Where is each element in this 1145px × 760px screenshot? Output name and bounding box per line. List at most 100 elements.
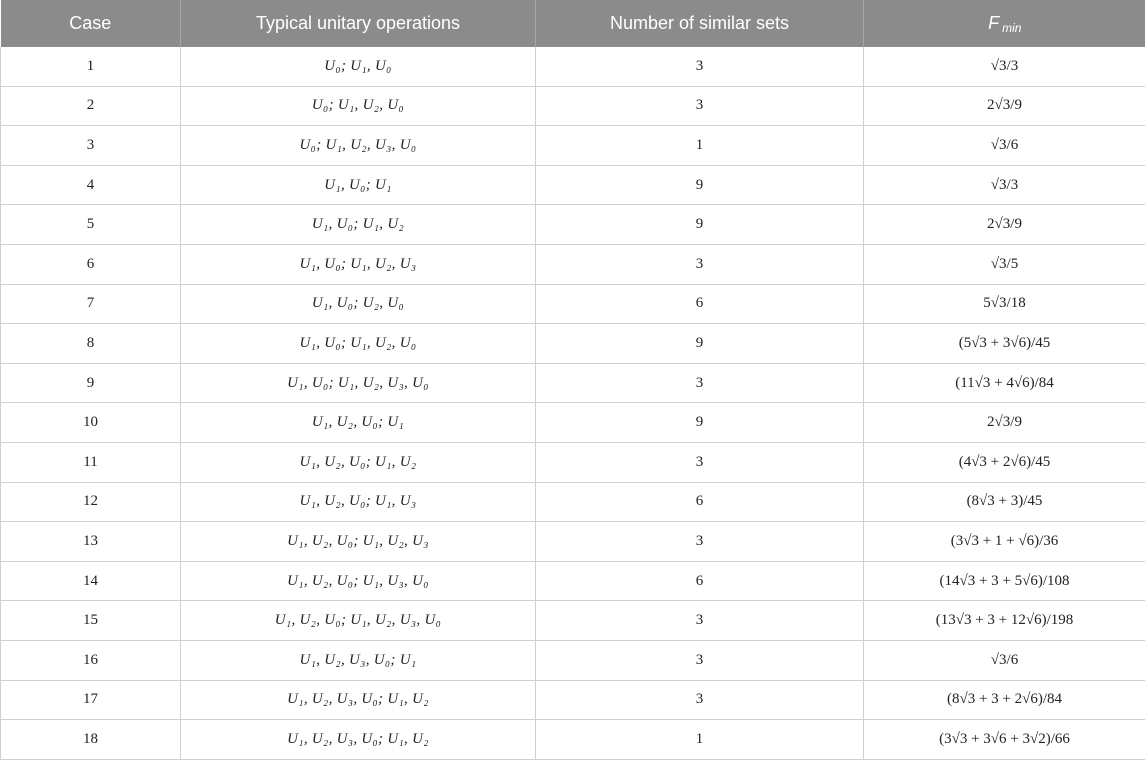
table-body: 1U₀; U₁, U₀3√3/32U₀; U₁, U₂, U₀32√3/93U₀… [1,47,1145,759]
case-cell: 7 [1,284,181,324]
table-row: 1U₀; U₁, U₀3√3/3 [1,47,1145,86]
fmin-cell: 2√3/9 [864,205,1145,245]
fmin-cell: 2√3/9 [864,403,1145,443]
case-cell: 11 [1,442,181,482]
fmin-cell: (8√3 + 3 + 2√6)/84 [864,680,1145,720]
unitary-operations-cell: U₁, U₀; U₁, U₂, U₃ [181,244,536,284]
unitary-operations-cell: U₀; U₁, U₀ [181,47,536,86]
unitary-operations-cell: U₀; U₁, U₂, U₀ [181,86,536,126]
similar-sets-cell: 9 [536,324,864,364]
similar-sets-cell: 6 [536,561,864,601]
unitary-operations-cell: U₁, U₀; U₁, U₂, U₃, U₀ [181,363,536,403]
similar-sets-cell: 9 [536,205,864,245]
similar-sets-cell: 9 [536,403,864,443]
header-row: Case Typical unitary operations Number o… [1,0,1145,47]
table-row: 8U₁, U₀; U₁, U₂, U₀9(5√3 + 3√6)/45 [1,324,1145,364]
table-row: 9U₁, U₀; U₁, U₂, U₃, U₀3(11√3 + 4√6)/84 [1,363,1145,403]
fmin-cell: 5√3/18 [864,284,1145,324]
fmin-cell: √3/6 [864,640,1145,680]
case-cell: 4 [1,165,181,205]
table-row: 7U₁, U₀; U₂, U₀65√3/18 [1,284,1145,324]
fmin-cell: √3/3 [864,47,1145,86]
similar-sets-cell: 3 [536,680,864,720]
similar-sets-cell: 3 [536,601,864,641]
case-cell: 12 [1,482,181,522]
table-row: 2U₀; U₁, U₂, U₀32√3/9 [1,86,1145,126]
unitary-operations-cell: U₁, U₂, U₃, U₀; U₁, U₂ [181,680,536,720]
similar-sets-cell: 3 [536,244,864,284]
similar-sets-cell: 6 [536,482,864,522]
fmin-cell: √3/3 [864,165,1145,205]
table-row: 6U₁, U₀; U₁, U₂, U₃3√3/5 [1,244,1145,284]
unitary-operations-cell: U₁, U₀; U₁, U₂, U₀ [181,324,536,364]
fmin-cell: (4√3 + 2√6)/45 [864,442,1145,482]
similar-sets-cell: 9 [536,165,864,205]
fmin-cell: (13√3 + 3 + 12√6)/198 [864,601,1145,641]
fmin-cell: (5√3 + 3√6)/45 [864,324,1145,364]
similar-sets-cell: 6 [536,284,864,324]
table-row: 5U₁, U₀; U₁, U₂92√3/9 [1,205,1145,245]
table-row: 13U₁, U₂, U₀; U₁, U₂, U₃3(3√3 + 1 + √6)/… [1,522,1145,562]
case-cell: 1 [1,47,181,86]
table-row: 12U₁, U₂, U₀; U₁, U₃6(8√3 + 3)/45 [1,482,1145,522]
unitary-operations-cell: U₁, U₂, U₀; U₁, U₂, U₃ [181,522,536,562]
header-case: Case [1,0,181,47]
similar-sets-cell: 3 [536,86,864,126]
table-row: 17U₁, U₂, U₃, U₀; U₁, U₂3(8√3 + 3 + 2√6)… [1,680,1145,720]
case-cell: 9 [1,363,181,403]
fmin-cell: (11√3 + 4√6)/84 [864,363,1145,403]
case-cell: 2 [1,86,181,126]
table-row: 14U₁, U₂, U₀; U₁, U₃, U₀6(14√3 + 3 + 5√6… [1,561,1145,601]
fmin-symbol: Fmin [988,13,1021,33]
fmin-cell: √3/6 [864,126,1145,166]
case-cell: 8 [1,324,181,364]
similar-sets-cell: 3 [536,522,864,562]
unitary-operations-cell: U₁, U₂, U₀; U₁, U₃ [181,482,536,522]
case-cell: 5 [1,205,181,245]
unitary-operations-cell: U₁, U₂, U₀; U₁, U₃, U₀ [181,561,536,601]
case-cell: 14 [1,561,181,601]
similar-sets-cell: 3 [536,442,864,482]
fmin-cell: 2√3/9 [864,86,1145,126]
similar-sets-cell: 3 [536,363,864,403]
results-table: Case Typical unitary operations Number o… [0,0,1145,760]
case-cell: 10 [1,403,181,443]
similar-sets-cell: 3 [536,640,864,680]
case-cell: 3 [1,126,181,166]
similar-sets-cell: 1 [536,720,864,760]
unitary-operations-cell: U₁, U₂, U₀; U₁ [181,403,536,443]
unitary-operations-cell: U₁, U₀; U₁, U₂ [181,205,536,245]
header-similar-sets: Number of similar sets [536,0,864,47]
case-cell: 17 [1,680,181,720]
fmin-cell: (8√3 + 3)/45 [864,482,1145,522]
table-row: 16U₁, U₂, U₃, U₀; U₁3√3/6 [1,640,1145,680]
fmin-main: F [988,13,999,33]
table-row: 3U₀; U₁, U₂, U₃, U₀1√3/6 [1,126,1145,166]
unitary-operations-cell: U₁, U₀; U₁ [181,165,536,205]
unitary-operations-cell: U₁, U₂, U₃, U₀; U₁ [181,640,536,680]
case-cell: 13 [1,522,181,562]
fmin-subscript: min [1002,21,1021,35]
case-cell: 16 [1,640,181,680]
fmin-cell: (3√3 + 3√6 + 3√2)/66 [864,720,1145,760]
unitary-operations-cell: U₁, U₂, U₀; U₁, U₂ [181,442,536,482]
table-row: 10U₁, U₂, U₀; U₁92√3/9 [1,403,1145,443]
table-row: 4U₁, U₀; U₁9√3/3 [1,165,1145,205]
unitary-operations-cell: U₀; U₁, U₂, U₃, U₀ [181,126,536,166]
unitary-operations-cell: U₁, U₀; U₂, U₀ [181,284,536,324]
table-row: 18U₁, U₂, U₃, U₀; U₁, U₂1(3√3 + 3√6 + 3√… [1,720,1145,760]
fmin-cell: (3√3 + 1 + √6)/36 [864,522,1145,562]
similar-sets-cell: 1 [536,126,864,166]
header-fmin: Fmin [864,0,1145,47]
unitary-operations-cell: U₁, U₂, U₃, U₀; U₁, U₂ [181,720,536,760]
similar-sets-cell: 3 [536,47,864,86]
header-unitary-operations: Typical unitary operations [181,0,536,47]
table-header: Case Typical unitary operations Number o… [1,0,1145,47]
fmin-cell: √3/5 [864,244,1145,284]
table-row: 11U₁, U₂, U₀; U₁, U₂3(4√3 + 2√6)/45 [1,442,1145,482]
table-row: 15U₁, U₂, U₀; U₁, U₂, U₃, U₀3(13√3 + 3 +… [1,601,1145,641]
unitary-operations-cell: U₁, U₂, U₀; U₁, U₂, U₃, U₀ [181,601,536,641]
case-cell: 15 [1,601,181,641]
fmin-cell: (14√3 + 3 + 5√6)/108 [864,561,1145,601]
case-cell: 18 [1,720,181,760]
